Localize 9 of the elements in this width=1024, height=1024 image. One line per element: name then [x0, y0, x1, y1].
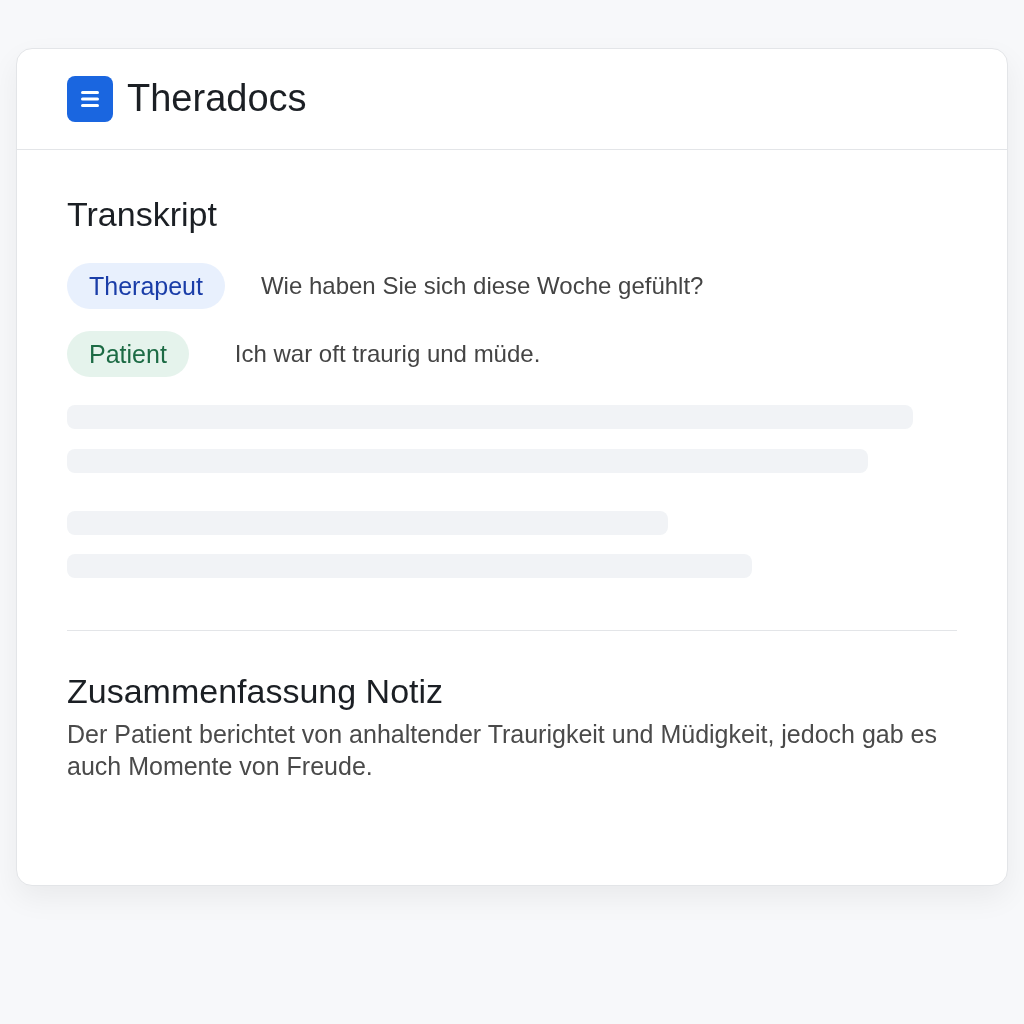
section-title: Transkript	[67, 194, 218, 235]
section-title: Zusammenfassung Notiz	[67, 670, 445, 712]
message-text: Wie haben Sie sich diese Woche gefühlt?	[260, 270, 704, 301]
speaker-tag: Therapeut	[67, 262, 225, 309]
app-title: Theradocs	[127, 76, 307, 122]
message-text: Ich war oft traurig und müde.	[234, 338, 541, 369]
document-icon	[67, 76, 113, 122]
speaker-tag: Patient	[67, 330, 189, 377]
summary-text: Der Patient berichtet von anhaltender Traurigkeit und Müdigkeit, jedoch gab es auch Momente von Freude.	[67, 718, 938, 782]
